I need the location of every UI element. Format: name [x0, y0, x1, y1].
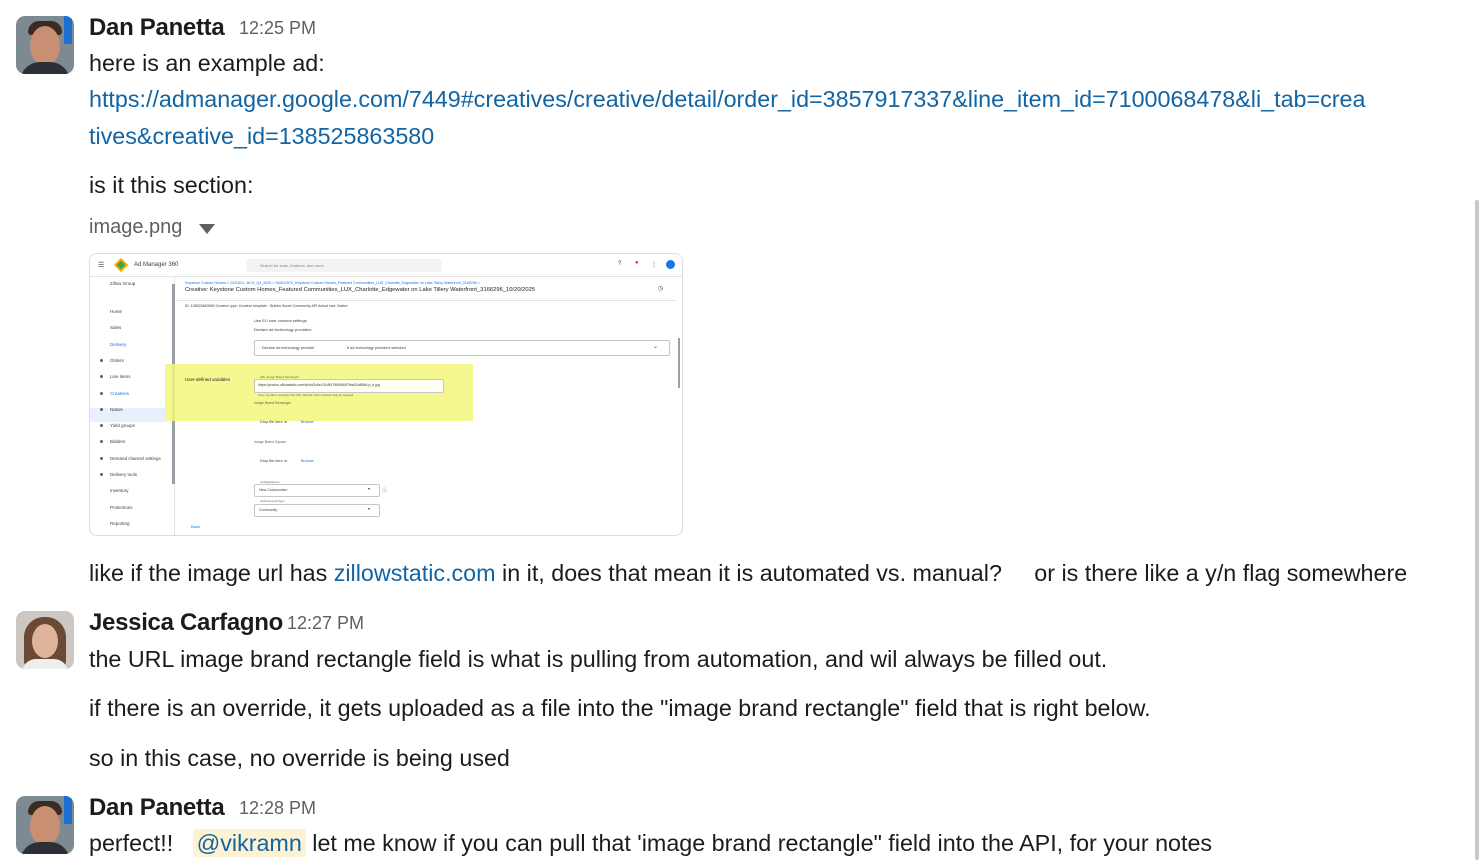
- image-attachment[interactable]: ☰ Ad Manager 360 Search for tools, featu…: [89, 253, 683, 536]
- author-name[interactable]: Jessica Carfagno: [89, 609, 283, 637]
- message-text: so in this case, no override is being us…: [89, 745, 510, 771]
- user-mention[interactable]: @vikramn: [192, 829, 306, 857]
- timestamp[interactable]: 12:25 PM: [239, 18, 316, 39]
- message-text: is it this section:: [89, 172, 254, 198]
- collapse-caret-icon[interactable]: [199, 224, 215, 234]
- avatar[interactable]: [16, 16, 74, 74]
- message-text: like if the image url has zillowstatic.c…: [89, 560, 1408, 586]
- attachment-filename[interactable]: image.png: [89, 216, 182, 239]
- message-link-line: https://admanager.google.com/7449#creati…: [89, 86, 1365, 113]
- ad-manager-link[interactable]: https://admanager.google.com/7449#creati…: [89, 86, 1365, 112]
- zillowstatic-link[interactable]: zillowstatic.com: [334, 560, 496, 586]
- thumb-sidebar: Zillow Group Home Sales Delivery Orders …: [90, 277, 175, 535]
- author-name[interactable]: Dan Panetta: [89, 794, 225, 822]
- message: Dan Panetta 12:25 PM here is an example …: [0, 0, 1479, 600]
- thumb-avatar: [666, 260, 675, 269]
- message: Dan Panetta 12:28 PM perfect!! @vikramn …: [0, 785, 1479, 865]
- ad-manager-link-cont[interactable]: tives&creative_id=138525863580: [89, 123, 434, 149]
- thumb-search-placeholder: Search for tools, features, and more: [260, 263, 324, 268]
- timestamp[interactable]: 12:27 PM: [287, 613, 364, 634]
- message-text: the URL image brand rectangle field is w…: [89, 646, 1108, 672]
- message-text: if there is an override, it gets uploade…: [89, 695, 1151, 721]
- message: Jessica Carfagno 12:27 PM the URL image …: [0, 600, 1479, 780]
- thumb-topbar: ☰ Ad Manager 360 Search for tools, featu…: [90, 254, 682, 277]
- thumb-app-name: Ad Manager 360: [134, 262, 179, 268]
- avatar[interactable]: [16, 611, 74, 669]
- avatar[interactable]: [16, 796, 74, 854]
- timestamp[interactable]: 12:28 PM: [239, 798, 316, 819]
- message-text: here is an example ad:: [89, 50, 325, 76]
- message-link-line: tives&creative_id=138525863580: [89, 123, 434, 150]
- message-text: perfect!! @vikramn let me know if you ca…: [89, 829, 1213, 857]
- author-name[interactable]: Dan Panetta: [89, 14, 225, 42]
